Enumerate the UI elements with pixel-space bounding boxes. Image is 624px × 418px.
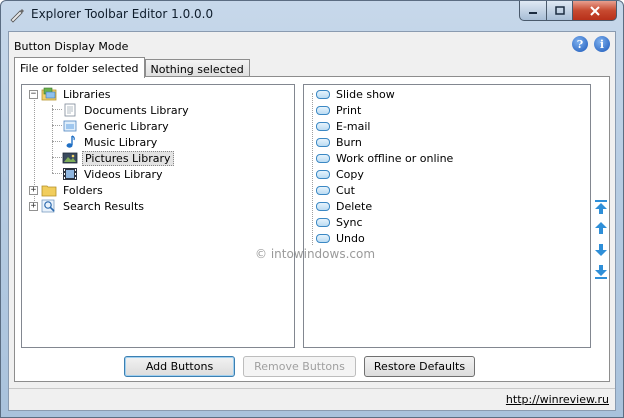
button-item-icon xyxy=(316,201,330,211)
help-icon[interactable]: ? xyxy=(572,36,588,52)
status-bar: http://winreview.ru xyxy=(9,388,615,410)
tree-item-documents-library[interactable]: Documents Library xyxy=(62,102,191,118)
caption-buttons xyxy=(519,1,617,21)
toolbar-buttons-list[interactable]: Slide show Print E-mail Burn Work offlin… xyxy=(303,84,591,348)
tree-item-label: Videos Library xyxy=(84,167,163,181)
list-item[interactable]: Sync xyxy=(316,214,363,230)
expand-icon[interactable]: + xyxy=(29,185,38,195)
collapse-icon[interactable]: − xyxy=(29,89,38,99)
client-area: Button Display Mode ? i File or folder s… xyxy=(8,31,616,411)
tree-item-libraries[interactable]: − Libraries xyxy=(29,86,113,102)
tree-item-label: Documents Library xyxy=(84,103,189,117)
expand-icon[interactable]: + xyxy=(29,201,38,211)
button-item-icon xyxy=(316,169,330,179)
info-icon[interactable]: i xyxy=(594,36,610,52)
tree-item-label: Libraries xyxy=(63,87,111,101)
button-item-icon xyxy=(316,217,330,227)
close-icon xyxy=(589,5,600,16)
move-to-bottom-icon[interactable] xyxy=(593,264,609,280)
title-bar[interactable]: Explorer Toolbar Editor 1.0.0.0 xyxy=(1,1,623,29)
minimize-button[interactable] xyxy=(519,1,547,21)
document-icon xyxy=(64,103,76,117)
mode-label: Button Display Mode xyxy=(14,40,129,53)
location-tree[interactable]: − Libraries Documents Library Generic Li… xyxy=(21,84,295,348)
tab-file-or-folder-selected[interactable]: File or folder selected xyxy=(14,57,145,78)
list-item[interactable]: Copy xyxy=(316,166,364,182)
list-item[interactable]: Delete xyxy=(316,198,372,214)
list-item[interactable]: Work offline or online xyxy=(316,150,453,166)
tab-panel: − Libraries Documents Library Generic Li… xyxy=(14,76,610,382)
picture-icon xyxy=(62,152,78,164)
button-item-icon xyxy=(316,105,330,115)
search-icon xyxy=(41,199,55,213)
move-down-icon[interactable] xyxy=(593,242,609,258)
pen-tool-icon xyxy=(10,9,24,23)
tree-item-videos-library[interactable]: Videos Library xyxy=(62,166,165,182)
button-item-icon xyxy=(316,121,330,131)
close-button[interactable] xyxy=(573,1,617,21)
add-buttons-button[interactable]: Add Buttons xyxy=(124,356,235,377)
list-item[interactable]: Slide show xyxy=(316,86,395,102)
move-to-top-icon[interactable] xyxy=(593,199,609,215)
minimize-icon xyxy=(529,11,537,14)
generic-library-icon xyxy=(63,120,77,132)
maximize-button[interactable] xyxy=(547,1,573,21)
tree-item-label: Search Results xyxy=(63,199,145,213)
remove-buttons-button[interactable]: Remove Buttons xyxy=(243,356,356,377)
tree-item-search-results[interactable]: + Search Results xyxy=(29,198,146,214)
maximize-icon xyxy=(554,6,565,15)
tree-item-music-library[interactable]: Music Library xyxy=(62,134,159,150)
watermark: © intowindows.com xyxy=(255,247,376,261)
tab-strip: File or folder selected Nothing selected xyxy=(14,57,250,78)
list-item[interactable]: Cut xyxy=(316,182,355,198)
window-title: Explorer Toolbar Editor 1.0.0.0 xyxy=(31,7,214,21)
list-item[interactable]: Print xyxy=(316,102,361,118)
help-icons: ? i xyxy=(572,36,610,52)
libraries-icon xyxy=(41,87,57,101)
button-item-icon xyxy=(316,137,330,147)
button-item-icon xyxy=(316,185,330,195)
music-note-icon xyxy=(66,135,75,148)
website-link[interactable]: http://winreview.ru xyxy=(506,393,609,406)
folder-icon xyxy=(41,185,57,197)
list-item[interactable]: Undo xyxy=(316,230,365,246)
list-item[interactable]: E-mail xyxy=(316,118,371,134)
restore-defaults-button[interactable]: Restore Defaults xyxy=(364,356,475,377)
button-item-icon xyxy=(316,233,330,243)
tree-item-folders[interactable]: + Folders xyxy=(29,182,105,198)
button-item-icon xyxy=(316,89,330,99)
list-item[interactable]: Burn xyxy=(316,134,362,150)
tree-item-label: Generic Library xyxy=(84,119,169,133)
tree-item-label: Folders xyxy=(63,183,103,197)
move-up-icon[interactable] xyxy=(593,220,609,236)
tree-item-label: Pictures Library xyxy=(82,150,174,166)
app-window: Explorer Toolbar Editor 1.0.0.0 Button D… xyxy=(0,0,624,418)
button-item-icon xyxy=(316,153,330,163)
tree-item-generic-library[interactable]: Generic Library xyxy=(62,118,171,134)
film-icon xyxy=(63,168,77,180)
tree-item-label: Music Library xyxy=(84,135,158,149)
tree-item-pictures-library[interactable]: Pictures Library xyxy=(62,150,174,166)
